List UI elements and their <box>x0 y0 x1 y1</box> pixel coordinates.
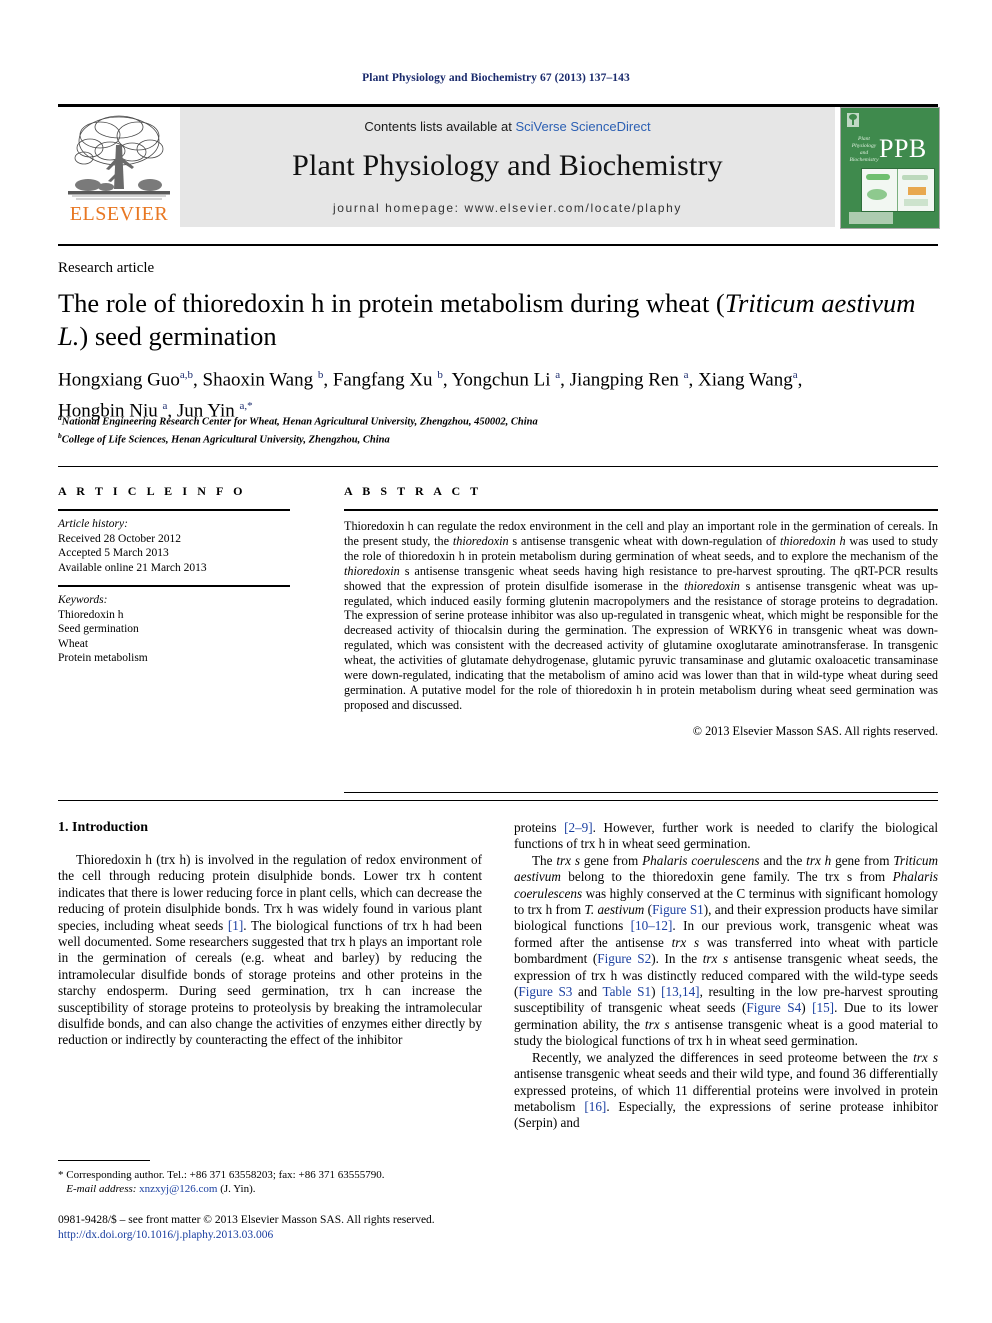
article-history-label: Article history: <box>58 518 128 530</box>
intro-paragraph-1-cont: proteins [2–9]. However, further work is… <box>514 820 938 853</box>
elsevier-logo: ELSEVIER <box>58 107 180 227</box>
article-info-rule-1 <box>58 509 290 511</box>
info-block-top-rule <box>58 466 938 467</box>
body-column-left: 1. Introduction Thioredoxin h (trx h) is… <box>58 820 482 1049</box>
affiliation-a-text: National Engineering Research Center for… <box>61 416 538 428</box>
doi-link[interactable]: http://dx.doi.org/10.1016/j.plaphy.2013.… <box>58 1228 528 1243</box>
intro-paragraph-2: The trx s gene from Phalaris coerulescen… <box>514 852 939 1049</box>
email-label: E-mail address: <box>66 1183 137 1195</box>
affiliation-b: bCollege of Life Sciences, Henan Agricul… <box>58 431 390 446</box>
paper-page: Plant Physiology and Biochemistry 67 (20… <box>0 0 992 1323</box>
cover-figure <box>861 168 935 212</box>
section-heading-introduction: 1. Introduction <box>58 820 148 835</box>
cover-bottom-logo <box>849 212 893 224</box>
email-link[interactable]: xnzxyj@126.com <box>139 1183 217 1195</box>
cover-figure-bar-right <box>902 175 928 180</box>
affiliation-a: aNational Engineering Research Center fo… <box>58 413 538 428</box>
cover-figure-bar-left <box>866 174 890 180</box>
corresponding-author-note: * Corresponding author. Tel.: +86 371 63… <box>58 1169 385 1181</box>
figure-link-s2[interactable]: Figure S2 <box>597 951 651 966</box>
article-type-label: Research article <box>58 260 155 276</box>
citation-1[interactable]: [1] <box>228 918 243 933</box>
citation-16[interactable]: [16] <box>584 1099 606 1114</box>
abstract-heading: A B S T R A C T <box>344 484 482 498</box>
keyword-item: Wheat <box>58 637 89 650</box>
keywords-label: Keywords: <box>58 594 108 606</box>
intro-paragraph-3: Recently, we analyzed the differences in… <box>514 1049 938 1131</box>
abstract-block: A B S T R A C T Thioredoxin h can regula… <box>344 484 938 739</box>
citation-15[interactable]: [15] <box>812 1000 834 1015</box>
article-history-received: Received 28 October 2012 <box>58 532 181 545</box>
citation-13-14[interactable]: [13,14] <box>661 984 699 999</box>
footnote-rule <box>58 1160 150 1161</box>
running-head: Plant Physiology and Biochemistry 67 (20… <box>362 72 630 84</box>
banner-center: Contents lists available at SciVerse Sci… <box>180 107 835 227</box>
table-link-s1[interactable]: Table S1 <box>602 984 651 999</box>
figure-link-s3[interactable]: Figure S3 <box>518 984 572 999</box>
article-info-heading: A R T I C L E I N F O <box>58 484 247 498</box>
body-top-rule <box>58 800 938 801</box>
keyword-item: Seed germination <box>58 623 139 635</box>
sciencedirect-link[interactable]: SciVerse ScienceDirect <box>515 119 650 134</box>
cover-figure-divider <box>897 169 898 211</box>
journal-cover-thumbnail: Plant Physiology and Biochemistry PPB <box>840 107 940 229</box>
article-history-online: Available online 21 March 2013 <box>58 561 207 574</box>
citation-2-9[interactable]: [2–9] <box>564 820 593 835</box>
abstract-copyright: © 2013 Elsevier Masson SAS. All rights r… <box>692 723 938 738</box>
affiliation-list: aNational Engineering Research Center fo… <box>58 411 938 447</box>
email-note: E-mail address: xnzxyj@126.com (J. Yin). <box>58 1182 482 1196</box>
contents-prefix: Contents lists available at <box>364 119 516 134</box>
elsevier-wordmark: ELSEVIER <box>69 203 169 225</box>
figure-link-s4[interactable]: Figure S4 <box>746 1000 801 1015</box>
elsevier-small-icon <box>847 113 859 127</box>
journal-banner: ELSEVIER Contents lists available at Sci… <box>58 107 940 229</box>
cover-figure-leaf <box>867 189 887 200</box>
cover-figure-box-orange <box>908 187 926 195</box>
keyword-item: Protein metabolism <box>58 652 148 664</box>
right-p1-part-a: proteins <box>514 820 565 835</box>
article-history-accepted: Accepted 5 March 2013 <box>58 547 169 559</box>
footnote-block: * Corresponding author. Tel.: +86 371 63… <box>58 1168 482 1196</box>
cover-journal-name: Plant Physiology and Biochemistry <box>849 136 879 163</box>
abstract-text: Thioredoxin h can regulate the redox env… <box>344 519 938 712</box>
title-text-part1: The role of thioredoxin h in protein met… <box>58 288 725 318</box>
copyright-block: 0981-9428/$ – see front matter © 2013 El… <box>58 1213 528 1242</box>
article-info-block: A R T I C L E I N F O Article history: R… <box>58 484 308 666</box>
cover-abbrev: PPB <box>879 134 927 163</box>
abstract-bottom-rule <box>344 792 938 793</box>
body-column-right: proteins [2–9]. However, further work is… <box>514 820 938 1132</box>
contents-available-line: Contents lists available at SciVerse Sci… <box>180 119 835 134</box>
journal-title: Plant Physiology and Biochemistry <box>292 149 723 182</box>
title-text-part2: ) seed germination <box>79 321 277 351</box>
page-title: The role of thioredoxin h in protein met… <box>58 287 938 353</box>
cover-figure-box-pale <box>904 199 928 206</box>
keyword-item: Thioredoxin h <box>58 608 124 621</box>
banner-bottom-rule <box>58 244 938 246</box>
issn-copyright-line: 0981-9428/$ – see front matter © 2013 El… <box>58 1214 435 1226</box>
keywords-block: Keywords: Thioredoxin h Seed germination… <box>58 593 308 666</box>
intro-paragraph-1: Thioredoxin h (trx h) is involved in the… <box>58 852 482 1049</box>
figure-link-s1[interactable]: Figure S1 <box>652 902 704 917</box>
email-suffix: (J. Yin). <box>217 1183 256 1195</box>
article-info-rule-2 <box>58 585 290 587</box>
intro-p1-part-b: . The biological functions of trx h had … <box>58 917 482 1048</box>
abstract-rule <box>344 509 938 511</box>
elsevier-tree-icon <box>68 115 170 200</box>
article-history: Article history: Received 28 October 201… <box>58 517 308 575</box>
journal-homepage-link[interactable]: journal homepage: www.elsevier.com/locat… <box>180 201 835 215</box>
affiliation-b-text: College of Life Sciences, Henan Agricult… <box>61 434 390 446</box>
citation-10-12[interactable]: [10–12] <box>631 918 673 933</box>
